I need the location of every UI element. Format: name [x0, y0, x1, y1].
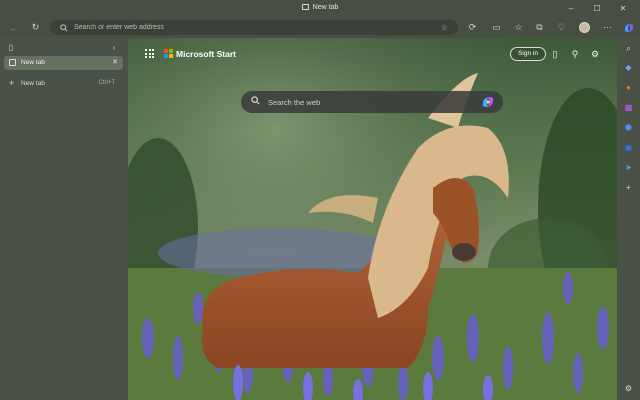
- search-icon: [251, 96, 260, 107]
- outlook-icon[interactable]: ▣: [622, 141, 635, 154]
- refresh-button[interactable]: ↻: [28, 20, 43, 35]
- new-tab-label: New tab: [21, 80, 45, 87]
- navigation-toolbar: ← ↻ Search or enter web address ☆ ⟳ ▭ ☆ …: [0, 17, 640, 38]
- send-icon[interactable]: ➤: [622, 161, 635, 174]
- window-title: New tab: [0, 4, 640, 11]
- close-tab-icon[interactable]: ✕: [112, 58, 118, 66]
- minimize-button[interactable]: –: [560, 2, 582, 14]
- app-launcher-icon[interactable]: [145, 49, 154, 58]
- tab-label: New tab: [21, 59, 45, 66]
- address-bar[interactable]: Search or enter web address ☆: [50, 20, 458, 35]
- collections-icon[interactable]: ⧉: [532, 20, 547, 35]
- mobile-icon[interactable]: ▯: [548, 47, 562, 61]
- split-screen-icon[interactable]: ▭: [489, 20, 504, 35]
- vertical-tabs-pane: ▯ ‹ New tab ✕ + New tab Ctrl+T: [0, 38, 128, 400]
- address-placeholder: Search or enter web address: [74, 24, 164, 31]
- edge-sidebar: ⌕ ◆ ● ▦ ⬢ ▣ ➤ + ⚙: [617, 38, 640, 400]
- brand-name[interactable]: Microsoft Start: [176, 49, 236, 59]
- maximize-button[interactable]: ☐: [586, 2, 608, 14]
- more-menu-icon[interactable]: ⋯: [600, 20, 615, 35]
- settings-gear-icon[interactable]: ⚙: [588, 47, 602, 61]
- rewards-icon[interactable]: ⚲: [568, 47, 582, 61]
- tag-icon[interactable]: ◆: [622, 61, 635, 74]
- profile-avatar[interactable]: [577, 20, 592, 35]
- shield-icon[interactable]: ⬢: [622, 121, 635, 134]
- sign-in-button[interactable]: Sign in: [510, 47, 546, 61]
- back-button[interactable]: ←: [6, 20, 21, 35]
- window-title-text: New tab: [312, 4, 339, 11]
- web-search-box[interactable]: Search the web: [241, 91, 503, 113]
- start-page: Microsoft Start Sign in ▯ ⚲ ⚙ Search the…: [128, 38, 617, 400]
- tab-icon: [301, 4, 309, 10]
- copilot-icon[interactable]: [481, 95, 495, 109]
- add-icon[interactable]: +: [622, 181, 635, 194]
- new-tab-shortcut: Ctrl+T: [98, 80, 116, 86]
- favorites-icon[interactable]: ☆: [511, 20, 526, 35]
- close-window-button[interactable]: ✕: [612, 2, 634, 14]
- start-header: Microsoft Start Sign in ▯ ⚲ ⚙: [128, 38, 617, 72]
- favorite-star-icon[interactable]: ☆: [439, 22, 450, 33]
- microsoft-logo-icon: [164, 49, 173, 58]
- games-icon[interactable]: ▦: [622, 101, 635, 114]
- shopping-icon[interactable]: ●: [622, 81, 635, 94]
- collapse-pane-icon[interactable]: ‹: [109, 42, 119, 52]
- sidebar-settings-icon[interactable]: ⚙: [622, 382, 635, 395]
- search-icon: [58, 22, 69, 33]
- tab-actions-icon[interactable]: ▯: [6, 42, 16, 52]
- title-bar: New tab – ☐ ✕: [0, 0, 640, 17]
- copilot-icon[interactable]: [621, 20, 636, 35]
- plus-icon: +: [9, 78, 15, 88]
- search-placeholder: Search the web: [268, 98, 321, 107]
- browser-essentials-icon[interactable]: ♡: [554, 20, 569, 35]
- search-icon[interactable]: ⌕: [622, 42, 635, 55]
- tab-page-icon: [9, 59, 16, 66]
- tab-item-new-tab[interactable]: New tab ✕: [4, 56, 123, 70]
- extensions-icon[interactable]: ⟳: [465, 20, 480, 35]
- new-tab-button[interactable]: + New tab Ctrl+T: [4, 78, 123, 90]
